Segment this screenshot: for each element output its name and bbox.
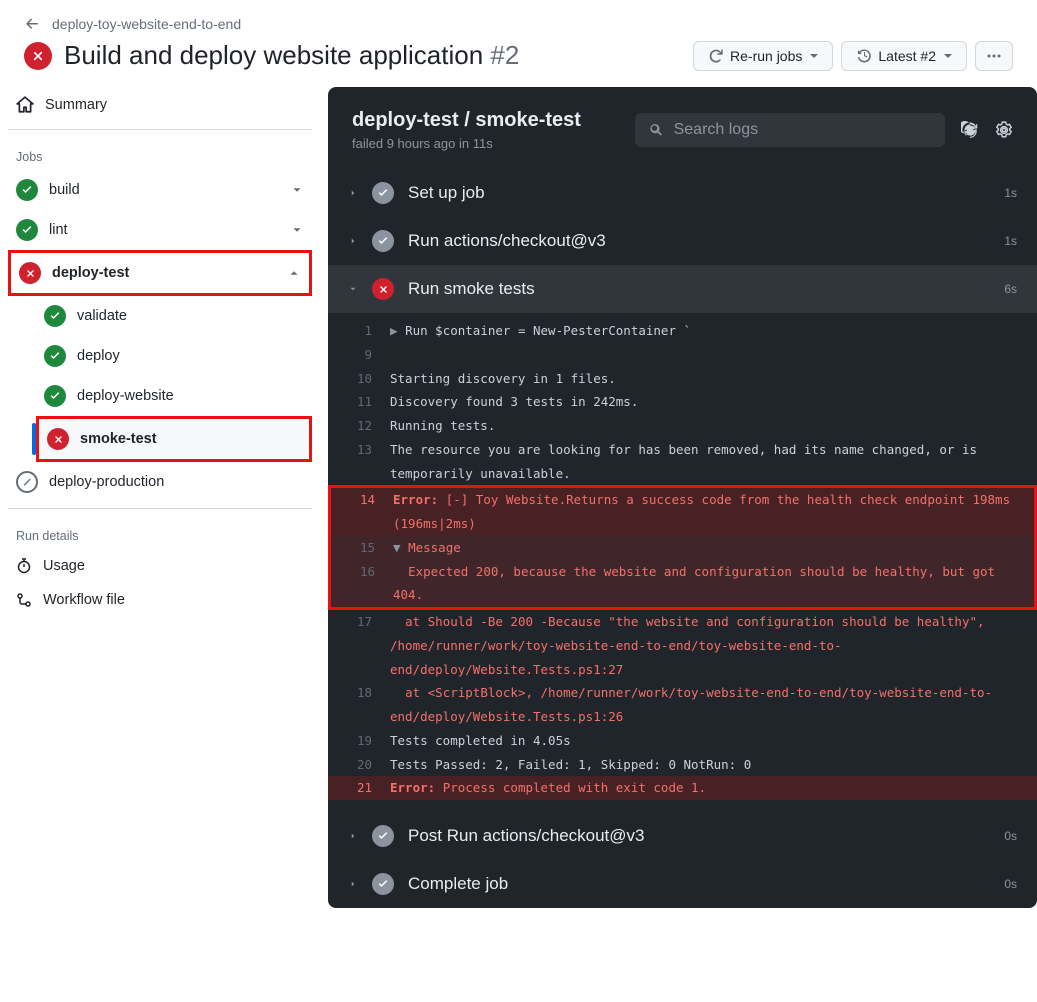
log-panel: deploy-test / smoke-test failed 9 hours …: [328, 87, 1037, 908]
sidebar-job-smoke-test[interactable]: smoke-test: [39, 419, 309, 459]
step-run-checkout[interactable]: Run actions/checkout@v3 1s: [328, 217, 1037, 265]
check-icon: [372, 825, 394, 847]
page-header: deploy-toy-website-end-to-end Build and …: [0, 0, 1037, 87]
chevron-right-icon: [348, 879, 358, 889]
step-set-up-job[interactable]: Set up job 1s: [328, 169, 1037, 217]
kebab-icon: [986, 48, 1002, 64]
run-details-header: Run details: [8, 515, 312, 549]
log-line[interactable]: 15▼ Message: [331, 536, 1034, 560]
kebab-button[interactable]: [975, 41, 1013, 71]
step-post-run-checkout[interactable]: Post Run actions/checkout@v3 0s: [328, 812, 1037, 860]
log-output: 1▶ Run $container = New-PesterContainer …: [328, 313, 1037, 806]
rerun-jobs-button[interactable]: Re-run jobs: [693, 41, 833, 71]
log-header: deploy-test / smoke-test failed 9 hours …: [328, 87, 1037, 169]
stopwatch-icon: [16, 558, 32, 574]
breadcrumb-item[interactable]: deploy-toy-website-end-to-end: [52, 16, 241, 32]
search-icon: [649, 122, 664, 138]
home-icon: [16, 96, 34, 114]
x-icon: [19, 262, 41, 284]
log-line[interactable]: 17 at Should -Be 200 -Because "the websi…: [328, 610, 1037, 681]
log-line-error[interactable]: 14Error: [-] Toy Website.Returns a succe…: [331, 488, 1034, 536]
check-icon: [44, 345, 66, 367]
sidebar-job-deploy-website[interactable]: deploy-website: [36, 376, 312, 416]
sidebar-job-validate[interactable]: validate: [36, 296, 312, 336]
check-icon: [44, 385, 66, 407]
chevron-down-icon: [290, 183, 304, 197]
caret-down-icon: [944, 54, 952, 58]
sync-icon: [708, 48, 724, 64]
breadcrumb[interactable]: deploy-toy-website-end-to-end: [24, 16, 1013, 32]
log-line[interactable]: 18 at <ScriptBlock>, /home/runner/work/t…: [328, 681, 1037, 729]
sidebar: Summary Jobs build lint deploy-test vali…: [0, 87, 328, 908]
search-input[interactable]: [674, 121, 931, 139]
sidebar-summary[interactable]: Summary: [8, 87, 312, 123]
sidebar-job-deploy[interactable]: deploy: [36, 336, 312, 376]
step-run-smoke-tests[interactable]: Run smoke tests 6s: [328, 265, 1037, 313]
log-line[interactable]: 12Running tests.: [328, 414, 1037, 438]
sidebar-workflow-file[interactable]: Workflow file: [8, 583, 312, 617]
log-line[interactable]: 13The resource you are looking for has b…: [328, 438, 1037, 486]
check-icon: [372, 230, 394, 252]
check-icon: [16, 219, 38, 241]
x-icon: [47, 428, 69, 450]
run-status-fail-icon: [24, 42, 52, 70]
log-line[interactable]: 11Discovery found 3 tests in 242ms.: [328, 390, 1037, 414]
caret-down-icon: [810, 54, 818, 58]
check-icon: [372, 873, 394, 895]
refresh-button[interactable]: [961, 121, 979, 139]
search-logs[interactable]: [635, 113, 945, 147]
sidebar-job-deploy-production[interactable]: deploy-production: [8, 462, 312, 502]
step-complete-job[interactable]: Complete job 0s: [328, 860, 1037, 908]
log-line[interactable]: 9: [328, 343, 1037, 367]
chevron-down-icon: [348, 284, 358, 294]
chevron-right-icon: [348, 188, 358, 198]
chevron-down-icon: [290, 223, 304, 237]
arrow-left-icon[interactable]: [24, 16, 40, 32]
log-line[interactable]: 16 Expected 200, because the website and…: [331, 560, 1034, 608]
skip-icon: [16, 471, 38, 493]
sidebar-job-deploy-test[interactable]: deploy-test: [11, 253, 309, 293]
check-icon: [16, 179, 38, 201]
latest-run-button[interactable]: Latest #2: [841, 41, 967, 71]
check-icon: [372, 182, 394, 204]
check-icon: [44, 305, 66, 327]
jobs-header: Jobs: [8, 136, 312, 170]
chevron-right-icon: [348, 831, 358, 841]
chevron-right-icon: [348, 236, 358, 246]
page-title: Build and deploy website application #2: [64, 40, 519, 71]
sidebar-usage[interactable]: Usage: [8, 549, 312, 583]
chevron-up-icon: [287, 266, 301, 280]
log-title: deploy-test / smoke-test: [352, 109, 581, 132]
gear-button[interactable]: [995, 121, 1013, 139]
sidebar-job-build[interactable]: build: [8, 170, 312, 210]
log-line[interactable]: 19Tests completed in 4.05s: [328, 729, 1037, 753]
log-line[interactable]: 10Starting discovery in 1 files.: [328, 367, 1037, 391]
workflow-icon: [16, 592, 32, 608]
log-line-error[interactable]: 21Error: Process completed with exit cod…: [328, 776, 1037, 800]
history-icon: [856, 48, 872, 64]
sidebar-job-lint[interactable]: lint: [8, 210, 312, 250]
log-subtitle: failed 9 hours ago in 11s: [352, 136, 581, 151]
log-line[interactable]: 1▶ Run $container = New-PesterContainer …: [328, 319, 1037, 343]
x-icon: [372, 278, 394, 300]
log-line[interactable]: 20Tests Passed: 2, Failed: 1, Skipped: 0…: [328, 753, 1037, 777]
